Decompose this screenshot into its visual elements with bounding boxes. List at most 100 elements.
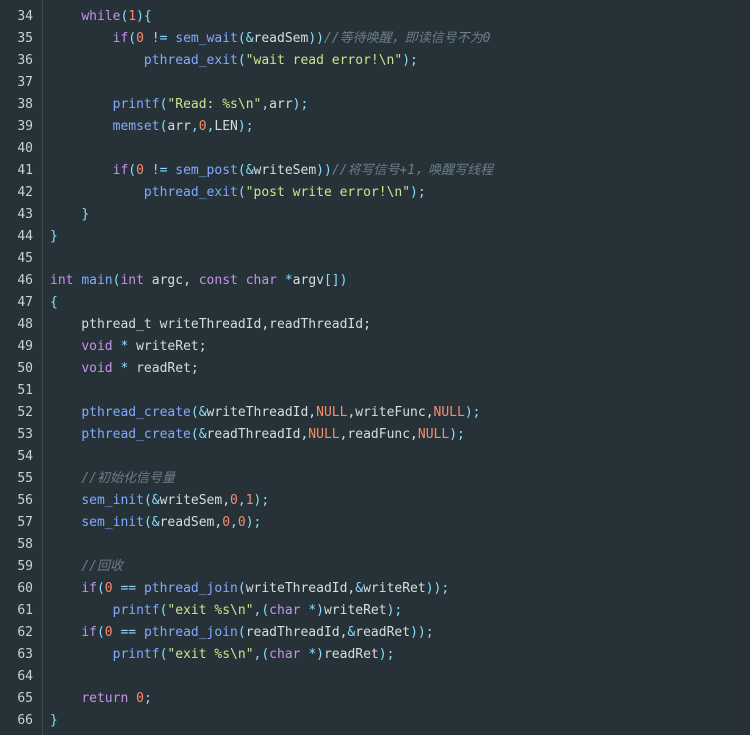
code-line[interactable]: 66} — [0, 710, 750, 732]
code-text[interactable]: sem_init(&readSem,0,0); — [33, 512, 261, 534]
code-line[interactable]: 40 — [0, 138, 750, 160]
code-line[interactable]: 34 while(1){ — [0, 6, 750, 28]
code-text[interactable] — [33, 380, 50, 402]
code-token-num: NULL — [316, 405, 348, 420]
line-number: 56 — [17, 493, 33, 508]
code-token-kw: if — [81, 581, 97, 596]
code-line[interactable]: 53 pthread_create(&readThreadId,NULL,rea… — [0, 424, 750, 446]
code-text[interactable]: { — [33, 292, 58, 314]
code-text[interactable]: pthread_exit("post write error!\n"); — [33, 182, 426, 204]
code-line[interactable]: 38 printf("Read: %s\n",arr); — [0, 94, 750, 116]
code-text[interactable]: pthread_exit("wait read error!\n"); — [33, 50, 418, 72]
code-line[interactable]: 36 pthread_exit("wait read error!\n"); — [0, 50, 750, 72]
code-token-plain: ,readFunc, — [339, 427, 418, 442]
code-text[interactable] — [33, 72, 50, 94]
code-text[interactable] — [33, 666, 50, 688]
line-number: 38 — [17, 97, 33, 112]
code-token-punct: ); — [449, 427, 465, 442]
code-line[interactable]: 55 //初始化信号量 — [0, 468, 750, 490]
code-text[interactable]: //回收 — [33, 556, 123, 578]
line-number: 63 — [17, 647, 33, 662]
code-line[interactable]: 37 — [0, 72, 750, 94]
code-token-punct: ( — [128, 163, 137, 178]
line-number: 45 — [17, 251, 33, 266]
code-text[interactable]: void * readRet; — [33, 358, 198, 380]
code-line[interactable]: 49 void * writeRet; — [0, 336, 750, 358]
code-line[interactable]: 57 sem_init(&readSem,0,0); — [0, 512, 750, 534]
code-line[interactable]: 62 if(0 == pthread_join(readThreadId,&re… — [0, 622, 750, 644]
code-line[interactable]: 59 //回收 — [0, 556, 750, 578]
code-text[interactable]: printf("exit %s\n",(char *)readRet); — [33, 644, 395, 666]
code-line[interactable]: 60 if(0 == pthread_join(writeThreadId,&w… — [0, 578, 750, 600]
code-line[interactable]: 43 } — [0, 204, 750, 226]
code-text[interactable]: int main(int argc, const char *argv[]) — [33, 270, 347, 292]
code-token-punct: ); — [402, 53, 418, 68]
code-text[interactable]: memset(arr,0,LEN); — [33, 116, 254, 138]
code-text[interactable]: pthread_create(&readThreadId,NULL,readFu… — [33, 424, 465, 446]
code-text[interactable]: if(0 != sem_post(&writeSem))//将写信号+1，唤醒写… — [33, 160, 494, 182]
code-editor[interactable]: 34 while(1){35 if(0 != sem_wait(&readSem… — [0, 0, 750, 735]
code-token-plain: writeRet — [323, 603, 387, 618]
code-token-fn: pthread_create — [81, 405, 191, 420]
code-line[interactable]: 44} — [0, 226, 750, 248]
code-line[interactable]: 45 — [0, 248, 750, 270]
code-text[interactable] — [33, 534, 50, 556]
code-line[interactable]: 41 if(0 != sem_post(&writeSem))//将写信号+1，… — [0, 160, 750, 182]
code-text[interactable] — [33, 248, 50, 270]
code-token-plain: writeRet — [363, 581, 426, 596]
code-text[interactable]: } — [33, 204, 89, 226]
code-text[interactable]: if(0 == pthread_join(writeThreadId,&writ… — [33, 578, 449, 600]
code-token-op: & — [198, 405, 207, 420]
code-text[interactable]: void * writeRet; — [33, 336, 207, 358]
code-text[interactable]: if(0 == pthread_join(readThreadId,&readR… — [33, 622, 433, 644]
code-line[interactable]: 35 if(0 != sem_wait(&readSem))//等待唤醒，即读信… — [0, 28, 750, 50]
line-number: 53 — [17, 427, 33, 442]
code-text[interactable]: printf("exit %s\n",(char *)writeRet); — [33, 600, 403, 622]
code-line[interactable]: 64 — [0, 666, 750, 688]
line-number: 41 — [17, 163, 33, 178]
code-token-plain: writeRet; — [128, 339, 207, 354]
code-text[interactable]: printf("Read: %s\n",arr); — [33, 94, 309, 116]
code-text[interactable]: //初始化信号量 — [33, 468, 175, 490]
code-text[interactable]: } — [33, 226, 58, 248]
code-token-str: "Read: %s\n" — [167, 97, 262, 112]
code-token-punct: ) — [316, 647, 324, 662]
code-token-punct: ); — [386, 603, 403, 618]
code-text[interactable]: pthread_create(&writeThreadId,NULL,write… — [33, 402, 480, 424]
code-text[interactable] — [33, 446, 50, 468]
code-line[interactable]: 47 { — [0, 292, 750, 314]
code-line[interactable]: 48 pthread_t writeThreadId,readThreadId; — [0, 314, 750, 336]
code-text[interactable]: pthread_t writeThreadId,readThreadId; — [33, 314, 371, 336]
code-token-kw: char — [269, 647, 301, 662]
code-line[interactable]: 56 sem_init(&writeSem,0,1); — [0, 490, 750, 512]
code-token-plain: arr — [269, 97, 293, 112]
code-token-op: & — [151, 515, 160, 530]
code-text[interactable]: if(0 != sem_wait(&readSem))//等待唤醒，即读信号不为… — [33, 28, 491, 50]
code-line[interactable]: 39 memset(arr,0,LEN); — [0, 116, 750, 138]
code-line[interactable]: 50 void * readRet; — [0, 358, 750, 380]
code-line[interactable]: 58 — [0, 534, 750, 556]
line-number: 64 — [17, 669, 33, 684]
code-line[interactable]: 63 printf("exit %s\n",(char *)readRet); — [0, 644, 750, 666]
code-line[interactable]: 54 — [0, 446, 750, 468]
code-text[interactable]: return 0; — [33, 688, 151, 710]
code-text[interactable]: sem_init(&writeSem,0,1); — [33, 490, 269, 512]
code-token-num: 0 — [136, 691, 144, 706]
line-number: 46 — [17, 273, 33, 288]
code-token-num: 0 — [198, 119, 207, 134]
line-number: 61 — [17, 603, 33, 618]
code-text[interactable]: while(1){ — [33, 6, 151, 28]
code-line[interactable]: 42 pthread_exit("post write error!\n"); — [0, 182, 750, 204]
code-text[interactable]: } — [33, 710, 58, 732]
code-line[interactable]: 61 printf("exit %s\n",(char *)writeRet); — [0, 600, 750, 622]
code-line[interactable]: 51 — [0, 380, 750, 402]
code-line[interactable]: 46 int main(int argc, const char *argv[]) — [0, 270, 750, 292]
code-line[interactable]: 65 return 0; — [0, 688, 750, 710]
code-token-punct: } — [50, 713, 58, 728]
code-lines[interactable]: 34 while(1){35 if(0 != sem_wait(&readSem… — [0, 6, 750, 732]
code-line[interactable]: 52 pthread_create(&writeThreadId,NULL,wr… — [0, 402, 750, 424]
code-text[interactable] — [33, 138, 50, 160]
